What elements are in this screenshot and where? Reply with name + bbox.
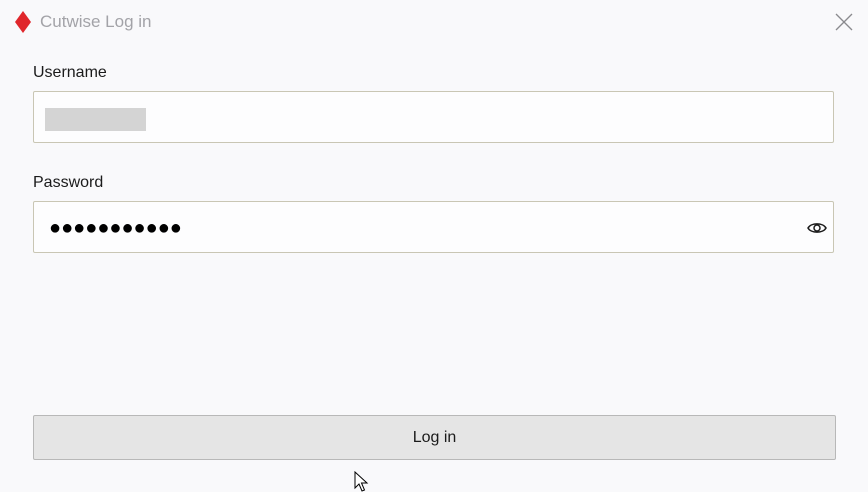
- title-bar: Cutwise Log in: [0, 0, 868, 44]
- close-icon: [835, 13, 853, 31]
- eye-icon: [807, 223, 827, 233]
- red-diamond-icon: [13, 10, 33, 34]
- username-value-redacted: [45, 108, 146, 131]
- username-label: Username: [33, 64, 107, 81]
- window-title: Cutwise Log in: [40, 12, 152, 31]
- username-input[interactable]: [33, 91, 834, 143]
- close-button[interactable]: [832, 10, 856, 34]
- login-button-label: Log in: [412, 428, 457, 446]
- password-value: ●●●●●●●●●●●: [49, 217, 182, 239]
- mouse-cursor-icon: [354, 470, 374, 492]
- login-button[interactable]: Log in: [33, 415, 836, 460]
- password-input[interactable]: ●●●●●●●●●●●: [33, 201, 834, 253]
- reveal-password-button[interactable]: [805, 216, 829, 240]
- password-label: Password: [33, 174, 104, 191]
- login-window: Cutwise Log in Username Password ●●●●●●●…: [0, 0, 868, 492]
